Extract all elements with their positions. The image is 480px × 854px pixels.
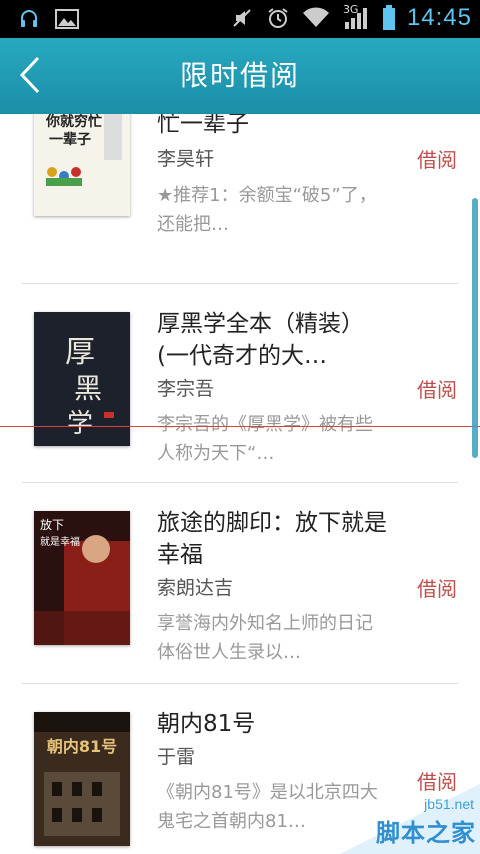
book-author: 于雷 xyxy=(157,746,196,768)
book-description: ★推荐1：余额宝“破5”了，还能把… xyxy=(157,185,377,235)
book-cover: 不懂投资理财， 你就穷忙 一辈子 xyxy=(34,114,130,216)
svg-text:一辈子: 一辈子 xyxy=(49,131,91,148)
book-title[interactable]: 旅途的脚印：放下就是幸福 xyxy=(157,507,387,571)
book-author: 李昊轩 xyxy=(157,148,215,170)
mute-icon xyxy=(229,5,255,31)
book-title[interactable]: 厚黑学全本（精装）(一代奇才的大… xyxy=(157,308,387,372)
borrow-button[interactable]: 借阅 xyxy=(417,374,457,403)
book-cover: 朝内81号 xyxy=(34,712,130,846)
book-cover: 放下 就是幸福 xyxy=(34,511,130,645)
book-author: 索朗达吉 xyxy=(157,577,234,599)
svg-text:放下: 放下 xyxy=(40,517,64,532)
book-list[interactable]: 不懂投资理财， 你就穷忙 一辈子 不懂投资理财，你就穷忙一辈子 李昊轩 借阅 ★… xyxy=(0,114,480,854)
alarm-icon xyxy=(265,5,291,31)
status-bar: 3G 14:45 xyxy=(0,0,480,38)
list-item[interactable]: 放下 就是幸福 旅途的脚印：放下就是幸福 索朗达吉 借阅 享誉海内外知名上师的日… xyxy=(0,483,480,684)
svg-text:厚: 厚 xyxy=(65,335,95,370)
book-description: 享誉海内外知名上师的日记体俗世人生录以… xyxy=(157,613,373,663)
signal-icon: 3G xyxy=(341,3,371,31)
list-item[interactable]: 厚 黑 学 厚黑学全本（精装）(一代奇才的大… 李宗吾 借阅 李宗吾的《厚黑学》… xyxy=(0,284,480,483)
watermark: jb51.net 脚本之家 xyxy=(330,784,480,854)
borrow-button[interactable]: 借阅 xyxy=(417,573,457,602)
list-item[interactable]: 不懂投资理财， 你就穷忙 一辈子 不懂投资理财，你就穷忙一辈子 李昊轩 借阅 ★… xyxy=(0,114,480,284)
svg-text:学: 学 xyxy=(67,409,93,439)
svg-text:朝内81号: 朝内81号 xyxy=(47,737,117,756)
svg-text:黑: 黑 xyxy=(74,372,102,405)
wifi-icon xyxy=(301,5,331,31)
image-icon xyxy=(54,6,80,32)
red-divider-line xyxy=(0,426,480,427)
title-bar: 限时借阅 xyxy=(0,38,480,114)
battery-icon xyxy=(381,5,397,31)
borrow-button[interactable]: 借阅 xyxy=(417,144,457,173)
watermark-name: 脚本之家 xyxy=(376,819,476,847)
watermark-url: jb51.net xyxy=(424,796,474,812)
page-title: 限时借阅 xyxy=(179,59,300,92)
clock: 14:45 xyxy=(406,4,472,31)
svg-text:就是幸福: 就是幸福 xyxy=(40,535,80,548)
headset-icon xyxy=(16,6,42,32)
book-author: 李宗吾 xyxy=(157,378,215,400)
svg-text:你就穷忙: 你就穷忙 xyxy=(45,114,102,130)
network-type-label: 3G xyxy=(342,3,359,16)
book-description: 李宗吾的《厚黑学》被有些人称为天下“… xyxy=(157,414,373,464)
scrollbar[interactable] xyxy=(472,198,478,458)
book-title[interactable]: 朝内81号 xyxy=(157,708,387,740)
book-title[interactable]: 不懂投资理财，你就穷忙一辈子 xyxy=(157,114,387,140)
